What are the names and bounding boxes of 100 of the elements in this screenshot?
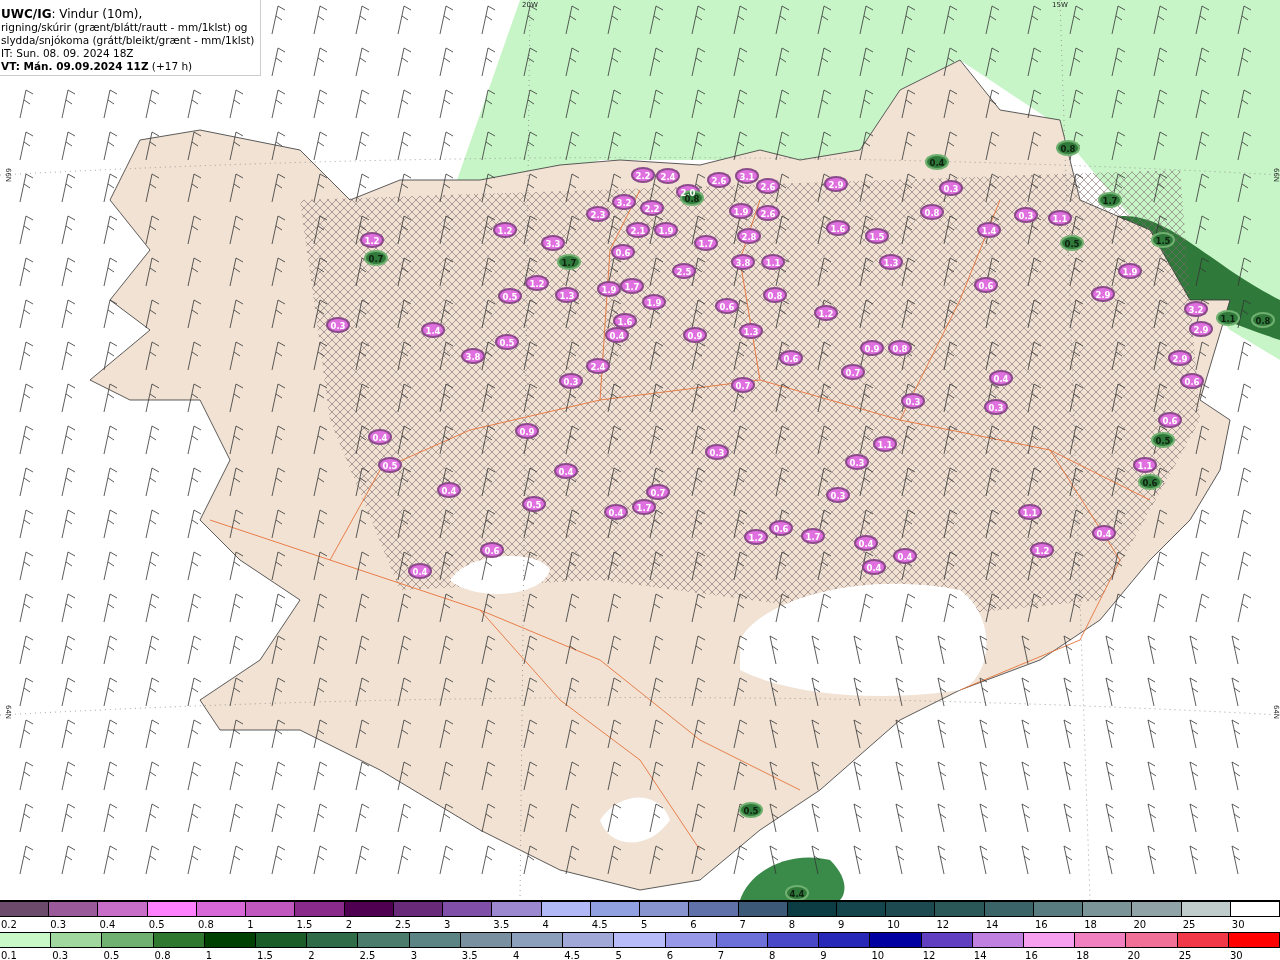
precipitation-value: 0.3 [849, 458, 865, 468]
legend-label: 18 [1084, 919, 1097, 930]
precipitation-value: 1.1 [1022, 508, 1038, 518]
legend-label: 0.1 [1, 950, 17, 960]
precipitation-value: 1.9 [1122, 267, 1138, 277]
precipitation-value: 2.6 [760, 209, 776, 219]
precipitation-value: 0.9 [519, 427, 535, 437]
precipitation-value: 0.6 [783, 354, 799, 364]
precipitation-value: 1.2 [364, 236, 380, 246]
precipitation-value: 1.1 [1220, 314, 1236, 324]
precipitation-value: 1.4 [981, 226, 997, 236]
legend-label: 25 [1182, 919, 1196, 930]
legend-label: 0.2 [1, 919, 17, 930]
legend-label: 8 [769, 950, 776, 960]
precipitation-value: 3.8 [735, 258, 751, 268]
precipitation-value: 1.3 [559, 291, 575, 301]
precipitation-value: 3.2 [616, 198, 632, 208]
precipitation-value: 0.3 [943, 184, 959, 194]
legend-label: 3.5 [461, 950, 478, 960]
precipitation-value: 0.8 [1255, 316, 1271, 326]
legend-label: 7 [717, 950, 725, 960]
precipitation-value: 0.4 [993, 374, 1009, 384]
legend-label: 0.3 [52, 950, 69, 960]
legend-label: 20 [1133, 919, 1147, 930]
precipitation-value: 1.7 [624, 282, 640, 292]
precipitation-value: 2.9 [828, 180, 844, 190]
legend-label: 8 [788, 919, 796, 930]
precipitation-value: 1.5 [869, 232, 885, 242]
legend-label: 1 [247, 919, 254, 930]
legend-label: 0.4 [99, 919, 116, 930]
precipitation-value: 0.6 [773, 524, 789, 534]
precipitation-value: 4.4 [789, 889, 805, 899]
precipitation-value: 0.5 [499, 338, 515, 348]
precipitation-value: 2.8 [741, 232, 757, 242]
precipitation-value: 2.6 [711, 176, 727, 186]
legend-label: 0.5 [148, 919, 165, 930]
precipitation-value: 1.9 [658, 226, 674, 236]
title-line: IT: Sun. 08. 09. 2024 18Z [1, 47, 135, 60]
precipitation-value: 0.4 [608, 508, 624, 518]
legend-label: 6 [690, 919, 697, 930]
legend-label: 4 [542, 919, 549, 930]
precipitation-value: 0.6 [484, 546, 500, 556]
legend-label: 14 [973, 950, 987, 960]
precipitation-value: 0.5 [1155, 436, 1171, 446]
precipitation-value: 0.4 [372, 433, 388, 443]
precipitation-value: 0.4 [866, 563, 882, 573]
precipitation-value: 2.3 [590, 210, 606, 220]
precipitation-value: 3.1 [739, 172, 755, 182]
precipitation-value: 1.5 [1155, 236, 1171, 246]
legend-label: 18 [1076, 950, 1089, 960]
precipitation-value: 3.8 [465, 352, 481, 362]
precipitation-value: 1.4 [425, 326, 441, 336]
precipitation-value: 1.9 [601, 285, 617, 295]
precipitation-value: 0.5 [382, 461, 398, 471]
legend-label: 14 [985, 919, 999, 930]
precipitation-value: 0.4 [858, 539, 874, 549]
legend-label: 1 [205, 950, 213, 960]
precipitation-value: 2.4 [660, 172, 676, 182]
precipitation-value: 0.6 [1184, 377, 1200, 387]
precipitation-value: 0.9 [687, 331, 703, 341]
precipitation-value: 0.7 [368, 254, 384, 264]
legend-label: 25 [1178, 950, 1192, 960]
legend-label: 2.5 [359, 950, 376, 960]
title-line: slydda/snjókoma (grátt/bleikt/grænt - mm/1klst) [1, 34, 255, 47]
precipitation-value: 0.4 [441, 486, 457, 496]
precipitation-value: 0.8 [924, 208, 940, 218]
precipitation-value: 0.3 [709, 448, 725, 458]
precipitation-value: 2.2 [635, 171, 651, 181]
precipitation-value: 0.7 [650, 488, 666, 498]
precipitation-value: 1.7 [636, 503, 652, 513]
precipitation-value: 0.4 [558, 467, 574, 477]
precipitation-value: 1.7 [1102, 196, 1118, 206]
precipitation-value: 0.5 [502, 292, 518, 302]
precipitation-value: 1.3 [743, 327, 759, 337]
precipitation-value: 2.9 [1193, 325, 1209, 335]
precipitation-value: 0.8 [767, 291, 783, 301]
precipitation-value: 0.6 [615, 248, 631, 258]
legend-label: 12 [936, 919, 950, 930]
precipitation-value: 1.2 [1034, 546, 1050, 556]
precipitation-value: 0.5 [1064, 239, 1080, 249]
legend-label: 0.3 [50, 919, 67, 930]
legend-label: 30 [1231, 919, 1245, 930]
precipitation-value: 1.2 [529, 279, 545, 289]
precipitation-value: 0.4 [929, 158, 945, 168]
precipitation-value: 0.3 [1018, 211, 1034, 221]
legend-label: 9 [820, 950, 827, 960]
precipitation-value: 0.3 [988, 403, 1004, 413]
precipitation-value: 0.5 [526, 500, 542, 510]
precipitation-value: 1.1 [1137, 461, 1153, 471]
legend-label: 0.5 [103, 950, 120, 960]
legend-label: 20 [1127, 950, 1141, 960]
legend-label: 1.5 [296, 919, 313, 930]
legend-label: 4 [513, 950, 520, 960]
precipitation-value: 0.7 [845, 368, 861, 378]
legend-label: 3.5 [493, 919, 510, 930]
precipitation-value: 1.2 [497, 226, 513, 236]
legend-label: 30 [1229, 950, 1243, 960]
precipitation-value: 1.1 [877, 440, 893, 450]
precipitation-value: 1.3 [883, 258, 899, 268]
precipitation-value: 0.3 [830, 491, 846, 501]
